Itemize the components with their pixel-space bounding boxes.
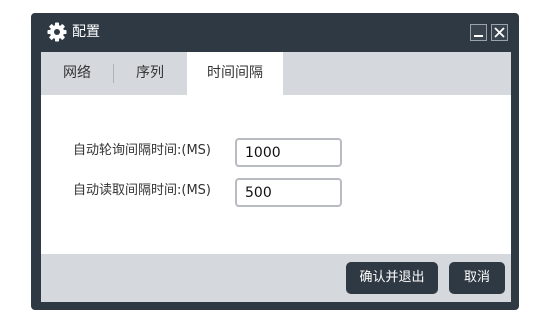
title-bar[interactable]: 配置 <box>31 13 519 52</box>
cancel-button[interactable]: 取消 <box>449 262 505 294</box>
gear-icon <box>47 22 67 42</box>
poll-interval-label: 自动轮询间隔时间:(MS) <box>73 143 211 158</box>
read-interval-input[interactable] <box>235 178 342 207</box>
read-interval-label: 自动读取间隔时间:(MS) <box>73 183 211 198</box>
dialog-footer: 确认并退出 取消 <box>41 254 511 302</box>
tab-serial[interactable]: 序列 <box>113 52 187 95</box>
poll-interval-input[interactable] <box>235 138 342 167</box>
confirm-exit-button[interactable]: 确认并退出 <box>346 262 438 294</box>
close-icon[interactable] <box>491 24 508 41</box>
tab-bar: 网络 序列 时间间隔 <box>41 52 511 95</box>
window-title: 配置 <box>72 24 100 40</box>
dialog-body: 网络 序列 时间间隔 自动轮询间隔时间:(MS) 自动读取间隔时间:(MS) 确… <box>41 52 511 302</box>
config-dialog: 配置 网络 序列 时间间隔 自动轮询间隔时间:(MS) 自动读取间隔时间:(MS… <box>31 13 519 310</box>
tab-network[interactable]: 网络 <box>41 52 113 95</box>
minimize-icon[interactable] <box>470 24 487 41</box>
tab-time-interval[interactable]: 时间间隔 <box>187 52 283 95</box>
